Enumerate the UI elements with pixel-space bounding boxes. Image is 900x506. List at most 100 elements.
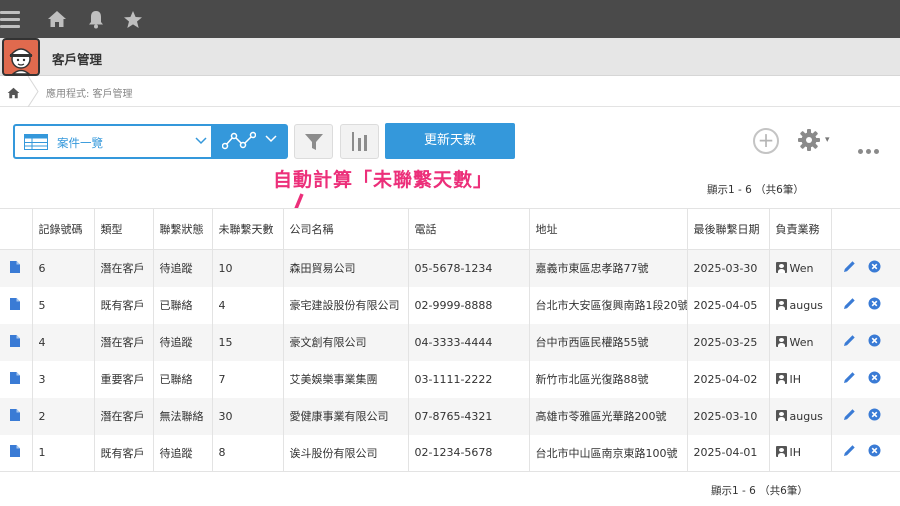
table-row: 1 既有客戶 待追蹤 8 诶斗股份有限公司 02-1234-5678 台北市中山區南京東路1…: [0, 434, 900, 472]
record-detail-cell[interactable]: [0, 249, 32, 287]
record-icon[interactable]: [10, 260, 20, 273]
table-row: 2 潛在客戶 無法聯絡 30 愛健康事業有限公司 07-8765-4321 高雄市苓雅區光華…: [0, 397, 900, 435]
cell-days: 10: [211, 249, 283, 287]
row-actions: [830, 397, 900, 435]
bell-icon[interactable]: [84, 7, 108, 31]
chart-button[interactable]: [340, 124, 379, 159]
table-header-row: 記錄號碼 類型 聯繫狀態 未聯繫天數 公司名稱 電話 地址 最後聯繫日期 負責業…: [0, 208, 900, 250]
view-selector[interactable]: 案件一覽: [13, 124, 213, 159]
cell-company: 诶斗股份有限公司: [282, 434, 408, 472]
record-detail-cell[interactable]: [0, 434, 32, 472]
breadcrumb-home-icon[interactable]: [7, 84, 20, 103]
cell-phone: 02-9999-8888: [407, 286, 529, 324]
header-cell[interactable]: 最後聯繫日期: [686, 208, 769, 250]
user-icon: [775, 372, 787, 384]
breadcrumb-app-link[interactable]: 應用程式: 客戶管理: [46, 85, 133, 100]
menu-icon[interactable]: [0, 7, 22, 31]
breadcrumb: [0, 76, 900, 107]
cell-last: 2025-04-05: [686, 286, 769, 324]
delete-icon[interactable]: [868, 371, 881, 384]
owner-name[interactable]: IH: [790, 373, 802, 386]
cell-id: 4: [31, 323, 94, 361]
record-detail-cell[interactable]: [0, 397, 32, 435]
delete-icon[interactable]: [868, 334, 881, 347]
cell-days: 4: [211, 286, 283, 324]
owner-name[interactable]: augus: [790, 410, 823, 423]
gear-icon[interactable]: [798, 129, 820, 151]
cell-id: 5: [31, 286, 94, 324]
cell-status: 無法聯絡: [152, 397, 212, 435]
graph-icon: [222, 131, 256, 150]
edit-icon[interactable]: [843, 334, 856, 347]
cell-phone: 03-1111-2222: [407, 360, 529, 398]
record-detail-cell[interactable]: [0, 287, 32, 324]
delete-icon[interactable]: [868, 297, 881, 310]
more-icon[interactable]: [858, 139, 882, 158]
record-icon[interactable]: [10, 297, 20, 310]
cell-last: 2025-04-01: [686, 434, 769, 472]
cell-owner[interactable]: IH: [768, 434, 831, 472]
table-row: 4 潛在客戶 待追蹤 15 豪文創有限公司 04-3333-4444 台中市西區民權路55號…: [0, 323, 900, 361]
row-actions: [830, 434, 900, 472]
owner-name[interactable]: Wen: [790, 262, 814, 275]
cell-type: 潛在客戶: [93, 249, 153, 287]
cell-owner[interactable]: augus: [768, 397, 831, 435]
header-cell[interactable]: 記錄號碼: [31, 208, 94, 250]
row-actions: [830, 286, 900, 324]
update-days-button[interactable]: 更新天數: [385, 123, 515, 159]
delete-icon[interactable]: [868, 260, 881, 273]
cell-company: 豪宅建設股份有限公司: [282, 286, 408, 324]
owner-name[interactable]: Wen: [790, 336, 814, 349]
home-icon[interactable]: [45, 7, 69, 31]
header-cell[interactable]: 負責業務: [768, 208, 831, 250]
filter-button[interactable]: [294, 124, 333, 159]
cell-type: 潛在客戶: [93, 323, 153, 361]
record-icon[interactable]: [10, 371, 20, 384]
cell-type: 既有客戶: [93, 286, 153, 324]
owner-name[interactable]: augus: [790, 299, 823, 312]
cell-days: 30: [211, 397, 283, 435]
cell-company: 森田貿易公司: [282, 249, 408, 287]
edit-icon[interactable]: [843, 408, 856, 421]
header-cell[interactable]: 電話: [407, 208, 529, 250]
header-cell[interactable]: 聯繫狀態: [152, 208, 212, 250]
record-icon[interactable]: [10, 445, 20, 458]
edit-icon[interactable]: [843, 371, 856, 384]
top-nav-bar: [0, 0, 900, 38]
header-cell[interactable]: 地址: [528, 208, 687, 250]
edit-icon[interactable]: [843, 297, 856, 310]
cell-address: 高雄市苓雅區光華路200號: [528, 397, 687, 435]
delete-icon[interactable]: [868, 444, 881, 457]
star-icon[interactable]: [121, 7, 145, 31]
header-cell[interactable]: 未聯繫天數: [211, 208, 283, 250]
cell-address: 台北市大安區復興南路1段20號: [528, 286, 687, 324]
cell-phone: 02-1234-5678: [407, 434, 529, 472]
record-icon[interactable]: [10, 408, 20, 421]
chevron-down-icon: [265, 135, 277, 143]
edit-icon[interactable]: [843, 260, 856, 273]
plus-icon[interactable]: +: [753, 128, 779, 154]
record-detail-cell[interactable]: [0, 361, 32, 398]
cell-days: 8: [211, 434, 283, 472]
edit-icon[interactable]: [843, 444, 856, 457]
cell-type: 潛在客戶: [93, 397, 153, 435]
cell-owner[interactable]: IH: [768, 360, 831, 398]
cell-status: 已聯絡: [152, 286, 212, 324]
settings-chevron-icon[interactable]: ▾: [825, 135, 830, 145]
cell-last: 2025-03-25: [686, 323, 769, 361]
table-row: 5 既有客戶 已聯絡 4 豪宅建設股份有限公司 02-9999-8888 台北市大安區復興南…: [0, 286, 900, 324]
owner-name[interactable]: IH: [790, 446, 802, 459]
row-actions: [830, 249, 900, 287]
header-icon-col: [0, 208, 32, 250]
cell-owner[interactable]: augus: [768, 286, 831, 324]
graph-button[interactable]: [213, 124, 288, 159]
delete-icon[interactable]: [868, 408, 881, 421]
cell-owner[interactable]: Wen: [768, 249, 831, 287]
record-icon[interactable]: [10, 334, 20, 347]
pager-top: 顯示1 - 6 （共6筆）: [707, 184, 804, 196]
record-detail-cell[interactable]: [0, 323, 32, 361]
cell-owner[interactable]: Wen: [768, 323, 831, 361]
header-cell[interactable]: 公司名稱: [282, 208, 408, 250]
cell-company: 艾美娛樂事業集團: [282, 360, 408, 398]
header-cell[interactable]: 類型: [93, 208, 153, 250]
